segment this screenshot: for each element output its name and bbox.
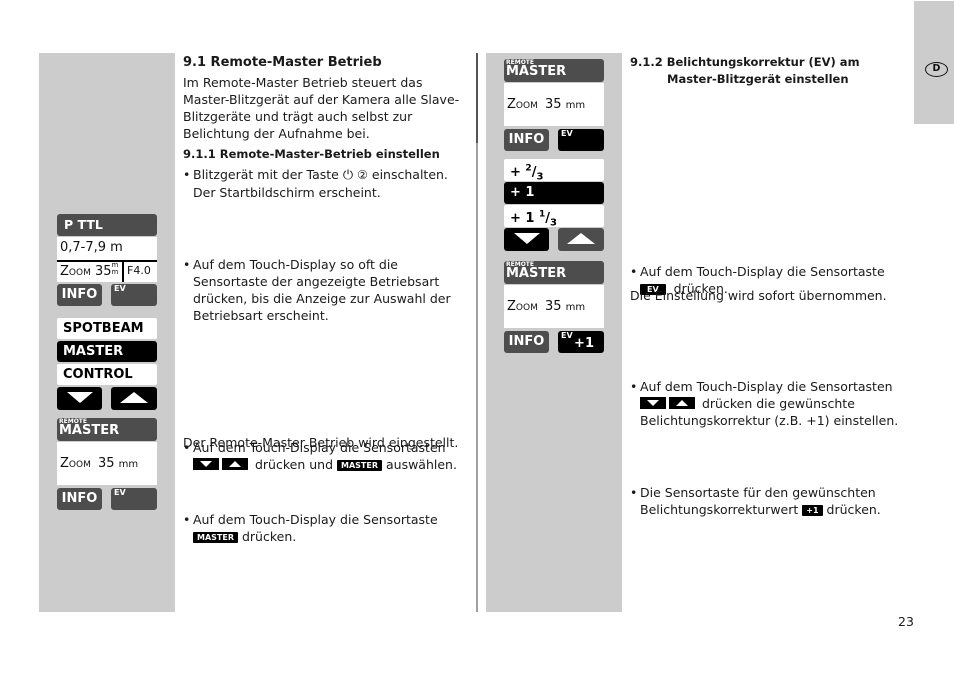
column-divider-accent xyxy=(476,53,478,143)
mode-option-master[interactable]: MASTER xyxy=(57,341,157,362)
language-badge: D xyxy=(925,62,948,77)
zoom-label: Zoom xyxy=(60,456,91,471)
down-arrow-icon xyxy=(193,458,219,470)
up-arrow-icon xyxy=(567,233,595,244)
ev-button[interactable]: EV xyxy=(111,284,157,306)
step-text: Auf dem Touch-Display die Sensortasten xyxy=(640,379,893,394)
ev-option-label: + 1 1/3 xyxy=(510,210,557,229)
down-arrow-icon xyxy=(66,392,93,403)
step-text: drücken. xyxy=(826,502,881,517)
step-text: Auf dem Touch-Display die Sensortaste xyxy=(193,512,438,527)
zoom-readout[interactable]: Zoom 35 mm xyxy=(57,442,157,485)
zoom-readout[interactable]: Zoom 35 mm xyxy=(504,83,604,126)
ev-label: EV xyxy=(561,331,573,340)
ev-button[interactable]: EV xyxy=(111,488,157,510)
section-intro: Im Remote-Master Betrieb steuert das Mas… xyxy=(183,75,460,141)
zoom-value: 35 xyxy=(544,299,562,314)
step-text: drücken. xyxy=(241,529,297,544)
mode-button-remote-master[interactable]: REMOTE MASTER xyxy=(504,261,604,284)
zoom-label: Zoom xyxy=(507,97,538,112)
master-key-icon: MASTER xyxy=(193,532,238,543)
section-title-line: 9.1.2 Belichtungskorrektur (EV) am xyxy=(630,55,860,69)
section-title-line: Master-Blitzgerät einstellen xyxy=(667,72,849,86)
step-text: auswählen. xyxy=(385,457,457,472)
range-readout: 0,7-7,9 m xyxy=(57,237,157,260)
up-arrow-icon xyxy=(222,458,248,470)
step-press-master: Auf dem Touch-Display die Sensortaste MA… xyxy=(183,511,468,545)
up-arrow-button[interactable] xyxy=(111,387,157,410)
mode-button-pttl[interactable]: P TTL xyxy=(57,214,157,236)
up-arrow-icon xyxy=(669,397,695,409)
key-number: ② xyxy=(357,168,368,182)
master-label: MASTER xyxy=(59,423,120,438)
zoom-unit: mm xyxy=(565,100,586,111)
step-text: Auf dem Touch-Display die Sensortaste xyxy=(640,264,885,279)
ev-option-plus-1-1-3[interactable]: + 1 1/3 xyxy=(504,205,604,229)
ev-option-plus-1[interactable]: + 1 xyxy=(504,182,604,204)
step-power-on: Blitzgerät mit der Taste ⏻ ② einschalten… xyxy=(183,166,468,201)
master-key-icon: MASTER xyxy=(337,460,382,471)
step-confirm-ev: Die Sensortaste für den gewünschten Beli… xyxy=(630,484,905,518)
zoom-value: 35 xyxy=(94,264,112,279)
result-text: Die Einstellung wird sofort übernommen. xyxy=(630,288,887,303)
master-label: MASTER xyxy=(506,266,567,281)
ev-option-label: + 2/3 xyxy=(510,164,544,183)
zoom-value: 35 xyxy=(97,456,115,471)
down-arrow-button[interactable] xyxy=(504,228,549,251)
down-arrow-button[interactable] xyxy=(57,387,102,410)
master-label: MASTER xyxy=(506,64,567,79)
zoom-value: 35 xyxy=(544,97,562,112)
ev-value: +1 xyxy=(574,336,594,351)
plus-one-key-icon: +1 xyxy=(802,505,823,516)
zoom-unit: mm xyxy=(118,459,139,470)
down-arrow-icon xyxy=(513,233,540,244)
info-button[interactable]: INFO xyxy=(504,129,549,151)
mode-button-remote-master[interactable]: REMOTE MASTER xyxy=(57,418,157,441)
info-button[interactable]: INFO xyxy=(57,488,102,510)
ev-button-active[interactable]: EV xyxy=(558,129,604,151)
power-icon: ⏻ xyxy=(342,168,354,183)
up-arrow-button[interactable] xyxy=(558,228,604,251)
step-text: Blitzgerät mit der Taste xyxy=(193,167,339,182)
mode-option-control[interactable]: CONTROL xyxy=(57,364,157,385)
mode-button-remote-master[interactable]: REMOTE MASTER xyxy=(504,59,604,82)
ev-label: EV xyxy=(561,129,573,138)
zoom-label: Zoom xyxy=(507,299,538,314)
zoom-readout[interactable]: Zoom 35m m xyxy=(57,262,122,282)
mode-option-spotbeam[interactable]: SPOTBEAM xyxy=(57,318,157,339)
subsection-title: 9.1.1 Remote-Master-Betrieb einstellen xyxy=(183,147,440,161)
zoom-unit: mm xyxy=(565,302,586,313)
section-title: 9.1 Remote-Master Betrieb xyxy=(183,55,382,70)
info-button[interactable]: INFO xyxy=(504,331,549,353)
ev-label: EV xyxy=(114,488,126,497)
aperture-readout: F4.0 xyxy=(124,262,157,282)
step-adjust-ev: Auf dem Touch-Display die Sensortasten d… xyxy=(630,378,905,429)
step-select-mode: Auf dem Touch-Display so oft die Sensort… xyxy=(183,256,468,324)
ev-option-plus-2-3[interactable]: + 2/3 xyxy=(504,159,604,183)
zoom-readout[interactable]: Zoom 35 mm xyxy=(504,285,604,328)
up-arrow-icon xyxy=(120,392,148,403)
zoom-label: Zoom xyxy=(60,264,91,279)
result-text: Der Remote-Master Betrieb wird eingestel… xyxy=(183,435,459,450)
zoom-unit: mm xyxy=(111,261,119,276)
page-number: 23 xyxy=(898,614,914,629)
step-text: drücken und xyxy=(254,457,334,472)
ev-button-active[interactable]: EV +1 xyxy=(558,331,604,353)
section-title: 9.1.2 Belichtungskorrektur (EV) am Maste… xyxy=(630,54,910,88)
down-arrow-icon xyxy=(640,397,666,409)
ev-label: EV xyxy=(114,284,126,293)
info-button[interactable]: INFO xyxy=(57,284,102,306)
